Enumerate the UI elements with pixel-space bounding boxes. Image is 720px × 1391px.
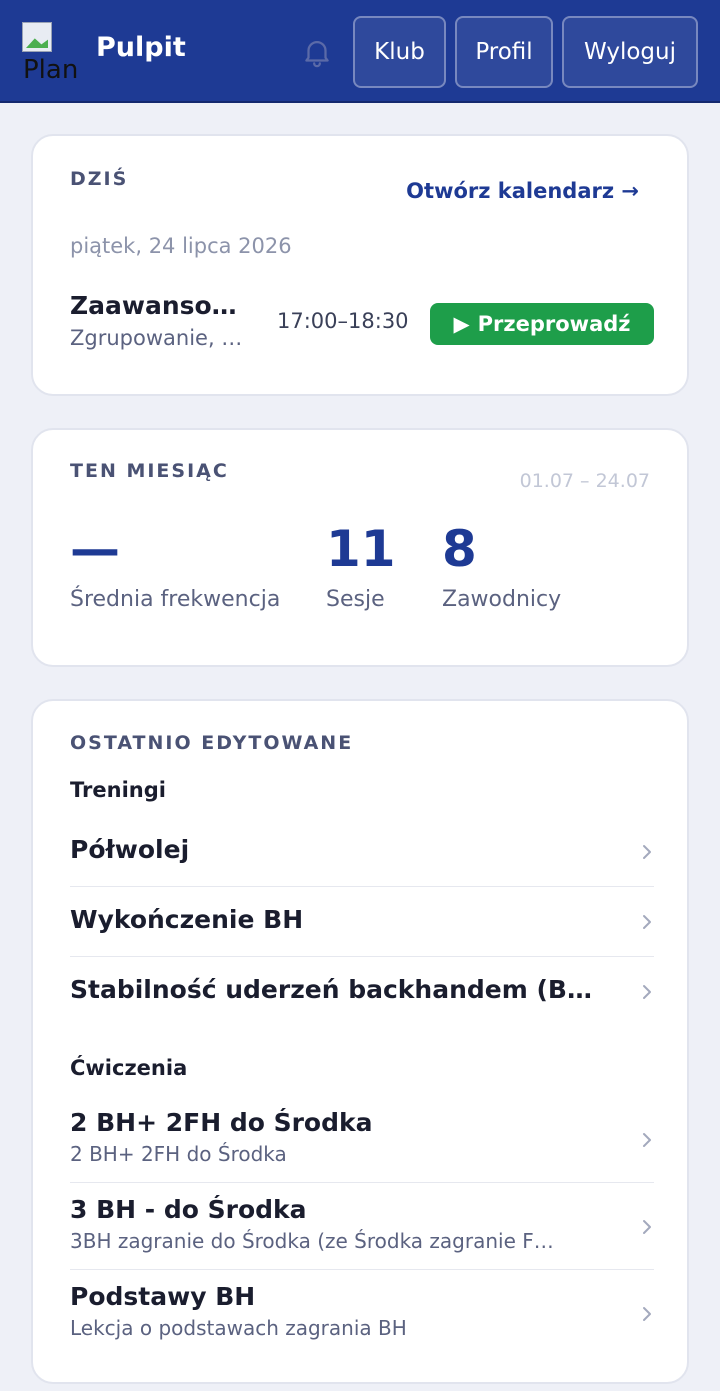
trainings-label: Treningi <box>70 778 166 802</box>
chevron-right-icon <box>643 915 651 929</box>
attendance-value: — <box>70 520 120 578</box>
month-card: TEN MIESIĄC 01.07 – 24.07 — Średnia frek… <box>31 428 689 667</box>
training-row[interactable]: Półwolej <box>70 817 654 887</box>
broken-image-icon <box>22 22 52 52</box>
top-bar: Plan Pulpit Klub Profil Wyloguj <box>0 0 720 103</box>
session-subtitle: Zgrupowanie, … <box>70 326 243 350</box>
today-label: DZIŚ <box>70 168 129 190</box>
chevron-right-icon <box>643 985 651 999</box>
exercise-row[interactable]: 2 BH+ 2FH do Środka 2 BH+ 2FH do Środka <box>70 1096 654 1183</box>
session-title[interactable]: Zaawanso… <box>70 291 237 320</box>
run-session-label: Przeprowadź <box>477 312 631 336</box>
page-title: Pulpit <box>96 32 186 63</box>
nav-profile-button[interactable]: Profil <box>455 16 553 88</box>
exercise-subtitle: Lekcja o podstawach zagrania BH <box>70 1316 407 1340</box>
chevron-right-icon <box>643 1220 651 1234</box>
exercise-row[interactable]: Podstawy BH Lekcja o podstawach zagrania… <box>70 1270 654 1357</box>
training-title: Stabilność uderzeń backhandem (B… <box>70 975 592 1004</box>
training-row[interactable]: Stabilność uderzeń backhandem (B… <box>70 957 654 1027</box>
sessions-label: Sesje <box>326 587 385 612</box>
training-title: Półwolej <box>70 835 190 864</box>
sessions-value: 11 <box>326 520 396 578</box>
attendance-label: Średnia frekwencja <box>70 587 281 612</box>
open-calendar-link[interactable]: Otwórz kalendarz → <box>406 179 639 203</box>
players-label: Zawodnicy <box>442 587 562 612</box>
month-range: 01.07 – 24.07 <box>519 470 650 492</box>
month-label: TEN MIESIĄC <box>70 460 229 482</box>
bell-icon[interactable] <box>300 35 334 69</box>
exercise-subtitle: 3BH zagranie do Środka (ze Środka zagran… <box>70 1229 554 1253</box>
players-value: 8 <box>442 520 477 578</box>
recent-card: OSTATNIO EDYTOWANE Treningi Półwolej Wyk… <box>31 699 689 1384</box>
training-title: Wykończenie BH <box>70 905 304 934</box>
run-session-button[interactable]: ▶ Przeprowadź <box>430 303 654 345</box>
logo-alt-text: Plan <box>23 55 79 85</box>
play-icon: ▶ <box>453 312 470 336</box>
chevron-right-icon <box>643 1307 651 1321</box>
recent-label: OSTATNIO EDYTOWANE <box>70 732 354 754</box>
nav-club-button[interactable]: Klub <box>353 16 446 88</box>
exercise-title: Podstawy BH <box>70 1282 256 1311</box>
today-card: DZIŚ Otwórz kalendarz → piątek, 24 lipca… <box>31 134 689 396</box>
exercise-subtitle: 2 BH+ 2FH do Środka <box>70 1142 287 1166</box>
exercises-label: Ćwiczenia <box>70 1056 188 1080</box>
chevron-right-icon <box>643 1133 651 1147</box>
logo[interactable]: Plan <box>22 22 82 85</box>
training-row[interactable]: Wykończenie BH <box>70 887 654 957</box>
exercise-title: 3 BH - do Środka <box>70 1195 307 1224</box>
exercise-title: 2 BH+ 2FH do Środka <box>70 1108 373 1137</box>
session-time: 17:00–18:30 <box>277 309 409 333</box>
chevron-right-icon <box>643 845 651 859</box>
today-date: piątek, 24 lipca 2026 <box>70 234 292 258</box>
logout-button[interactable]: Wyloguj <box>562 16 698 88</box>
exercise-row[interactable]: 3 BH - do Środka 3BH zagranie do Środka … <box>70 1183 654 1270</box>
